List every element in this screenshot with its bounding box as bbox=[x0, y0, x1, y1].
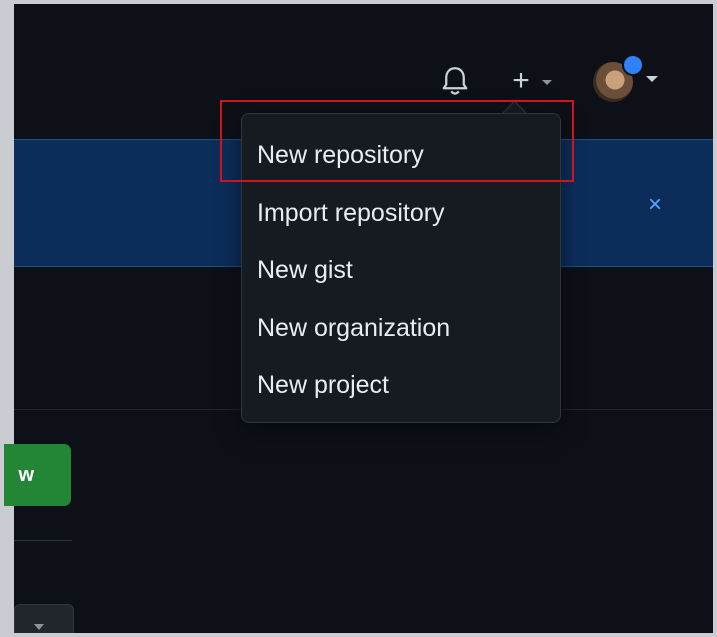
plus-icon[interactable]: + bbox=[508, 66, 534, 96]
annotation-highlight-box bbox=[220, 100, 574, 182]
avatar-status-dot bbox=[622, 54, 644, 76]
chevron-down-icon bbox=[34, 624, 44, 630]
sidebar-separator bbox=[14, 540, 72, 541]
menu-item-new-organization[interactable]: New organization bbox=[257, 308, 450, 348]
avatar-chevron-down-icon[interactable] bbox=[646, 76, 658, 82]
menu-item-import-repository[interactable]: Import repository bbox=[257, 193, 445, 233]
menu-item-new-project[interactable]: New project bbox=[257, 365, 389, 405]
create-chevron-down-icon[interactable] bbox=[542, 80, 552, 85]
menu-item-new-gist[interactable]: New gist bbox=[257, 250, 353, 290]
new-repository-button[interactable]: w bbox=[4, 444, 71, 506]
window-edge bbox=[4, 4, 14, 633]
app-window: × w + New repository Import repository N… bbox=[4, 4, 713, 633]
filter-dropdown[interactable] bbox=[14, 604, 74, 633]
bell-icon[interactable] bbox=[440, 64, 470, 100]
banner-close-button[interactable]: × bbox=[640, 190, 670, 220]
